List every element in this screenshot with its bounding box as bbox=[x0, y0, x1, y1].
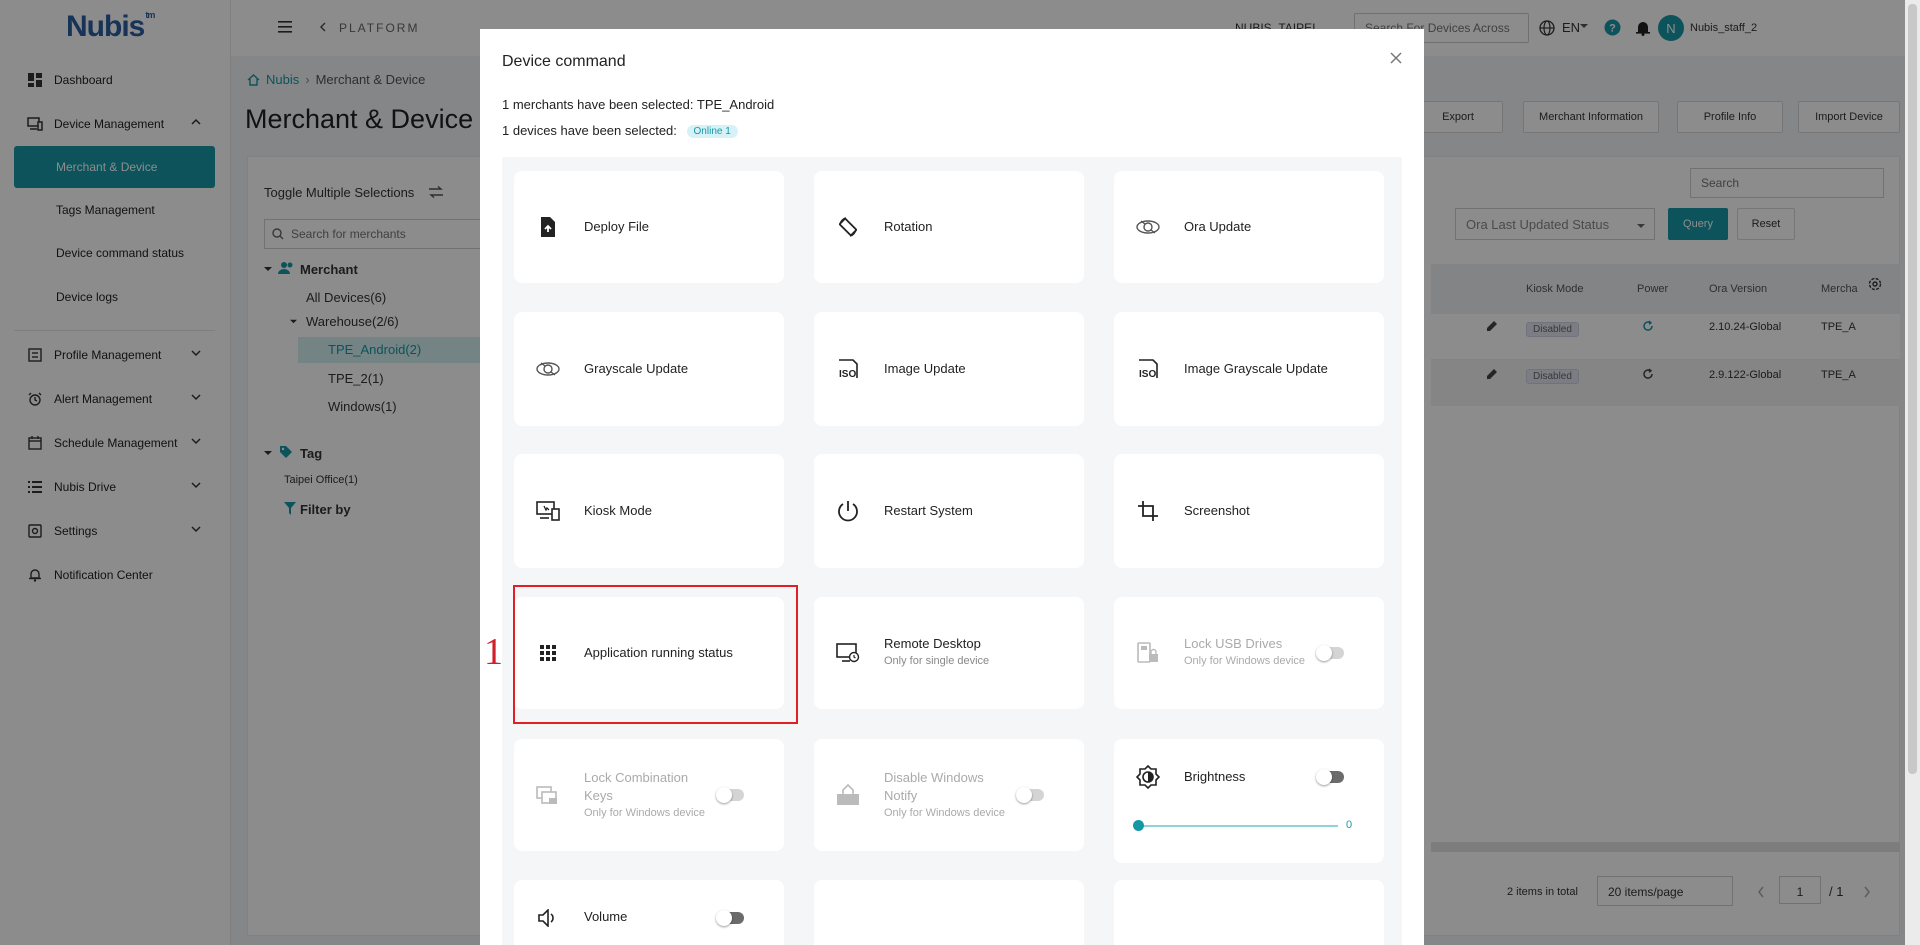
page-scrollbar-track[interactable] bbox=[1905, 0, 1920, 945]
file-upload-icon bbox=[536, 215, 560, 239]
iso-image-icon: ISO bbox=[836, 357, 860, 381]
command-lock-combination-keys[interactable]: Lock Combination Keys Only for Windows d… bbox=[514, 739, 784, 851]
modal-title: Device command bbox=[502, 53, 626, 70]
disable-windows-notify-toggle[interactable] bbox=[1016, 787, 1044, 803]
command-sublabel: Only for single device bbox=[884, 655, 990, 667]
command-label: Image Grayscale Update bbox=[1184, 361, 1328, 376]
volume-toggle[interactable] bbox=[716, 910, 744, 926]
command-label: Image Update bbox=[884, 361, 966, 376]
merchants-selected-value: TPE_Android bbox=[696, 97, 775, 112]
devices-selected-line: 1 devices have been selected: Online 1 bbox=[502, 123, 738, 138]
device-command-modal: Device command 1 merchants have been sel… bbox=[480, 29, 1424, 945]
svg-text:ISO: ISO bbox=[839, 369, 856, 380]
close-icon[interactable] bbox=[1386, 48, 1406, 68]
command-card-partial[interactable] bbox=[1114, 880, 1384, 945]
notify-disable-icon bbox=[836, 783, 860, 807]
command-restart-system[interactable]: Restart System bbox=[814, 454, 1084, 568]
command-volume[interactable]: Volume bbox=[514, 880, 784, 945]
ora-update-icon bbox=[1136, 215, 1160, 239]
rotation-icon bbox=[836, 215, 860, 239]
command-label: Lock USB Drives bbox=[1184, 636, 1283, 651]
command-sublabel: Only for Windows device bbox=[1184, 655, 1306, 667]
command-label: Rotation bbox=[884, 219, 933, 234]
command-label: Deploy File bbox=[584, 219, 650, 234]
page-scrollbar-thumb[interactable] bbox=[1908, 4, 1917, 774]
command-image-grayscale-update[interactable]: ISO Image Grayscale Update bbox=[1114, 312, 1384, 426]
merchants-selected-line: 1 merchants have been selected: TPE_Andr… bbox=[502, 97, 774, 112]
command-image-update[interactable]: ISO Image Update bbox=[814, 312, 1084, 426]
step-number-annotation: 1 bbox=[484, 631, 503, 673]
keys-lock-icon bbox=[536, 783, 560, 807]
command-label: Brightness bbox=[1184, 769, 1246, 784]
command-sublabel: Only for Windows device bbox=[884, 807, 1006, 819]
brightness-icon bbox=[1136, 765, 1160, 789]
command-disable-windows-notify[interactable]: Disable Windows Notify Only for Windows … bbox=[814, 739, 1084, 851]
command-deploy-file[interactable]: Deploy File bbox=[514, 171, 784, 283]
devices-selected-label: 1 devices have been selected: bbox=[502, 123, 677, 138]
grayscale-update-icon bbox=[536, 357, 560, 381]
command-label: Disable Windows Notify bbox=[884, 770, 984, 803]
power-icon bbox=[836, 499, 860, 523]
iso-image-grayscale-icon: ISO bbox=[1136, 357, 1160, 381]
command-label: Restart System bbox=[884, 503, 973, 518]
command-grid: Deploy File Rotation Ora Update Grayscal… bbox=[502, 157, 1402, 945]
command-kiosk-mode[interactable]: Kiosk Mode bbox=[514, 454, 784, 568]
command-label: Grayscale Update bbox=[584, 361, 689, 376]
kiosk-icon bbox=[536, 499, 560, 523]
command-label: Volume bbox=[584, 909, 628, 924]
command-ora-update[interactable]: Ora Update bbox=[1114, 171, 1384, 283]
brightness-slider-track[interactable] bbox=[1138, 825, 1338, 827]
command-label: Kiosk Mode bbox=[584, 503, 652, 518]
command-label: Screenshot bbox=[1184, 503, 1250, 518]
command-brightness[interactable]: Brightness 0 bbox=[1114, 739, 1384, 863]
svg-text:ISO: ISO bbox=[1139, 369, 1156, 380]
lock-combination-keys-toggle[interactable] bbox=[716, 787, 744, 803]
online-count-badge: Online 1 bbox=[686, 125, 738, 138]
lock-usb-toggle[interactable] bbox=[1316, 645, 1344, 661]
brightness-slider-handle[interactable] bbox=[1133, 820, 1144, 831]
volume-icon bbox=[536, 906, 560, 930]
merchants-selected-label: 1 merchants have been selected: bbox=[502, 97, 694, 112]
remote-desktop-icon bbox=[836, 641, 860, 665]
command-label: Lock Combination Keys bbox=[584, 770, 689, 803]
command-label: Remote Desktop bbox=[884, 636, 981, 651]
command-rotation[interactable]: Rotation bbox=[814, 171, 1084, 283]
command-screenshot[interactable]: Screenshot bbox=[1114, 454, 1384, 568]
usb-lock-icon bbox=[1136, 641, 1160, 665]
command-label: Ora Update bbox=[1184, 219, 1252, 234]
command-lock-usb-drives[interactable]: Lock USB Drives Only for Windows device bbox=[1114, 597, 1384, 709]
command-sublabel: Only for Windows device bbox=[584, 807, 706, 819]
brightness-toggle[interactable] bbox=[1316, 769, 1344, 785]
command-grayscale-update[interactable]: Grayscale Update bbox=[514, 312, 784, 426]
crop-icon bbox=[1136, 499, 1160, 523]
command-remote-desktop[interactable]: Remote Desktop Only for single device bbox=[814, 597, 1084, 709]
command-card-partial[interactable] bbox=[814, 880, 1084, 945]
highlight-box bbox=[513, 585, 798, 724]
brightness-value: 0 bbox=[1346, 819, 1353, 831]
